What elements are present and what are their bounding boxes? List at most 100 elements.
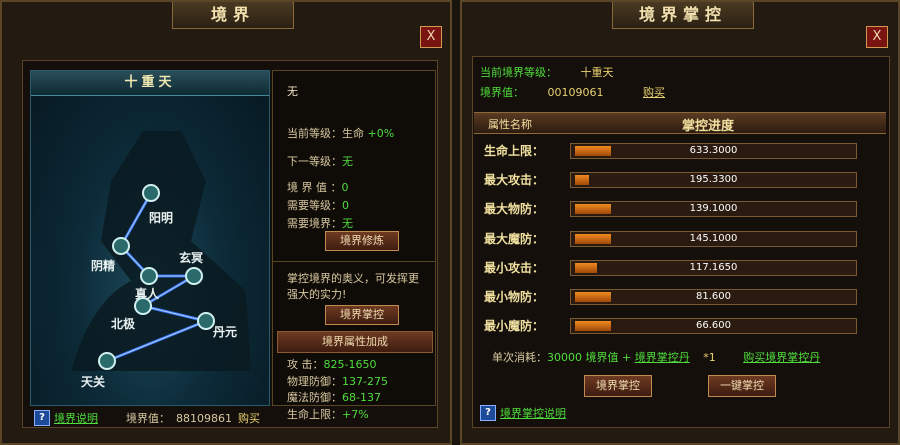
- cost-amount: 30000 境界值 +: [547, 351, 635, 364]
- master-help-link[interactable]: 境界掌控说明: [500, 405, 566, 421]
- node-xuanming-icon: [185, 267, 203, 285]
- buy-item-link[interactable]: 购买境界掌控丹: [743, 351, 820, 364]
- realm-panel-title: 境界: [172, 2, 294, 29]
- required-realm-label: 需要境界：: [287, 217, 342, 230]
- progress-bar-value: 195.3300: [689, 174, 738, 185]
- realm-constellation: [71, 131, 251, 371]
- header-progress: 掌控进度: [682, 119, 735, 134]
- progress-bar-value: 66.600: [696, 320, 731, 331]
- current-level-value: 生命: [342, 127, 364, 140]
- realm-help-link[interactable]: 境界说明: [54, 410, 98, 426]
- attr-bonus-header: 境界属性加成: [277, 331, 433, 353]
- realm-train-button[interactable]: 境界修炼: [325, 231, 399, 251]
- current-realm-value: 十重天: [580, 66, 614, 79]
- realm-info: 无 当前等级：生命 +0% 下一等级：无 境 界 值 ：0 需要等级：0 需要境…: [272, 70, 436, 421]
- attr-value: 825-1650: [323, 358, 377, 371]
- node-yinjing-icon: [112, 237, 130, 255]
- close-icon[interactable]: X: [866, 26, 888, 48]
- node-label-yinjing[interactable]: 阴精: [91, 257, 115, 274]
- attr-row: 魔法防御：68-137: [287, 390, 388, 407]
- buy-realm-link[interactable]: 购买: [238, 410, 260, 426]
- required-realm-row: 需要境界：无: [287, 215, 353, 231]
- progress-bar: 633.3000: [570, 143, 857, 159]
- realm-map: 十重天 阳明 阴精 玄冥 真人 北极 丹元 天关: [30, 70, 270, 406]
- required-realm-value: 无: [342, 217, 353, 230]
- realm-value: 0: [341, 181, 349, 194]
- attr-list: 攻 击：825-1650 物理防御：137-275 魔法防御：68-137 生命…: [287, 357, 388, 423]
- cost-label: 单次消耗：: [492, 351, 547, 364]
- current-level-bonus: +0%: [367, 127, 395, 140]
- progress-row-label: 生命上限：: [484, 144, 545, 158]
- master-hint: 掌控境界的奥义，可发挥更强大的实力!: [287, 272, 419, 301]
- realm-value-row: 境 界 值 ：0: [287, 179, 349, 195]
- progress-row-label: 最大物防：: [484, 202, 545, 216]
- required-level-label: 需要等级：: [287, 199, 342, 212]
- node-yangming-icon: [142, 184, 160, 202]
- progress-bar: 139.1000: [570, 201, 857, 217]
- required-level-row: 需要等级：0: [287, 197, 349, 213]
- master-realm-value-label: 境界值：: [480, 86, 524, 99]
- current-realm-name: 无: [287, 85, 298, 98]
- master-once-button[interactable]: 境界掌控: [584, 375, 652, 397]
- progress-bar: 117.1650: [570, 260, 857, 276]
- attr-value: +7%: [342, 407, 369, 421]
- attr-label: 魔法防御：: [287, 391, 342, 404]
- attr-row: 物理防御：137-275: [287, 374, 388, 391]
- node-label-zhenren[interactable]: 真人: [135, 285, 159, 302]
- node-label-xuanming[interactable]: 玄冥: [179, 249, 203, 266]
- realm-value-label: 境 界 值 ：: [287, 181, 342, 194]
- required-level-value: 0: [342, 199, 349, 212]
- footer-realm-value-label: 境界值：: [126, 412, 170, 425]
- progress-bar-value: 117.1650: [689, 262, 738, 273]
- node-zhenren-icon: [140, 267, 158, 285]
- progress-bar-value: 145.1000: [689, 233, 738, 244]
- next-level-label: 下一等级：: [287, 155, 342, 168]
- master-realm-value-row: 境界值： 00109061 购买: [480, 84, 665, 100]
- node-label-tianguan[interactable]: 天关: [81, 373, 105, 390]
- next-level-value: 无: [342, 155, 353, 168]
- realm-master-panel: 境界掌控 X 当前境界等级： 十重天 境界值： 00109061 购买 属性名称…: [460, 0, 900, 445]
- divider: [273, 261, 435, 262]
- close-icon[interactable]: X: [420, 26, 442, 48]
- attr-row: 生命上限：+7%: [287, 407, 388, 424]
- realm-panel: 境界 X 十重天 阳明 阴精 玄冥 真人 北极 丹元 天关 无 当前等级：生命 …: [0, 0, 452, 445]
- progress-bar: 145.1000: [570, 231, 857, 247]
- node-label-beiji[interactable]: 北极: [111, 315, 135, 332]
- node-danyuan-icon: [197, 312, 215, 330]
- progress-table-header: 属性名称 掌控进度: [474, 112, 886, 134]
- realm-master-title: 境界掌控: [612, 2, 754, 29]
- cost-row: 单次消耗：30000 境界值 + 境界掌控丹 *1 购买境界掌控丹: [492, 349, 820, 365]
- node-tianguan-icon: [98, 352, 116, 370]
- header-attr-name: 属性名称: [488, 118, 532, 131]
- progress-bar: 66.600: [570, 318, 857, 334]
- attr-label: 物理防御：: [287, 374, 342, 388]
- progress-row-label: 最小魔防：: [484, 319, 545, 333]
- progress-bar-value: 633.3000: [689, 145, 738, 156]
- one-click-master-button[interactable]: 一键掌控: [708, 375, 776, 397]
- realm-master-button[interactable]: 境界掌控: [325, 305, 399, 325]
- current-realm-row: 当前境界等级： 十重天: [480, 64, 614, 80]
- progress-row-label: 最小攻击：: [484, 261, 545, 275]
- progress-bar-value: 139.1000: [689, 203, 738, 214]
- attr-row: 攻 击：825-1650: [287, 357, 388, 374]
- progress-row-label: 最大魔防：: [484, 232, 545, 246]
- attr-label: 生命上限：: [287, 407, 342, 421]
- attr-value: 137-275: [342, 374, 388, 388]
- current-level-row: 当前等级：生命 +0%: [287, 125, 394, 141]
- current-level-label: 当前等级：: [287, 127, 342, 140]
- attr-label: 攻 击：: [287, 358, 324, 371]
- node-label-yangming[interactable]: 阳明: [149, 209, 173, 226]
- attr-value: 68-137: [342, 391, 381, 404]
- node-label-danyuan[interactable]: 丹元: [213, 323, 237, 340]
- progress-bar: 195.3300: [570, 172, 857, 188]
- progress-bar-value: 81.600: [696, 291, 731, 302]
- master-buy-link[interactable]: 购买: [643, 86, 665, 99]
- master-realm-value: 00109061: [547, 86, 604, 99]
- progress-row-label: 最大攻击：: [484, 173, 545, 187]
- help-icon[interactable]: ?: [34, 410, 50, 426]
- cost-item-link[interactable]: 境界掌控丹: [635, 351, 690, 364]
- footer-realm-value-number: 88109861: [176, 412, 232, 425]
- next-level-row: 下一等级：无: [287, 153, 353, 169]
- help-icon[interactable]: ?: [480, 405, 496, 421]
- footer-realm-value: 境界值： 88109861: [126, 410, 232, 426]
